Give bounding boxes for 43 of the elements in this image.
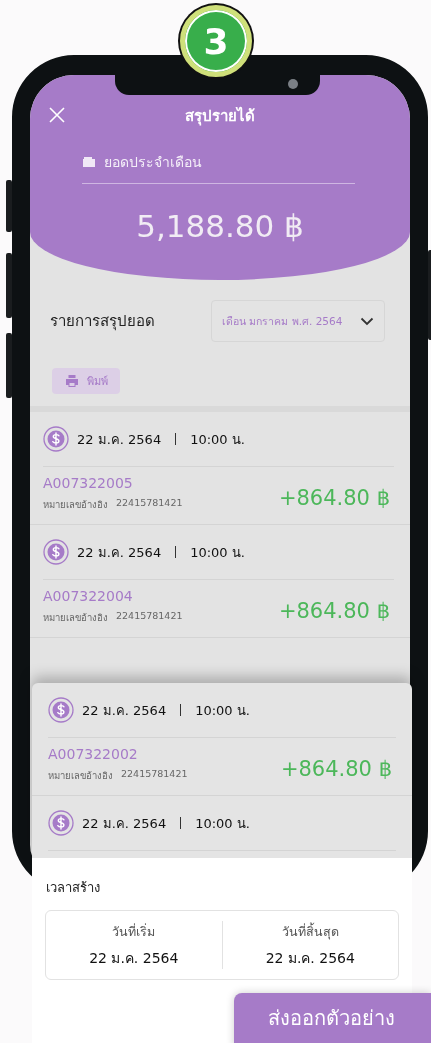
transaction-date: 22 ม.ค. 2564 xyxy=(77,430,162,449)
export-button[interactable]: ส่งออกตัวอย่าง xyxy=(234,993,431,1043)
transaction-date: 22 ม.ค. 2564 xyxy=(77,543,162,562)
transaction-id: A007322002 xyxy=(48,746,139,762)
transaction-id: A007322004 xyxy=(43,588,134,604)
close-icon xyxy=(48,106,66,124)
transaction-time: 10:00 น. xyxy=(190,430,245,449)
dollar-coin-icon xyxy=(48,697,74,723)
reference-number: 22415781421 xyxy=(116,497,183,510)
reference-number: 22415781421 xyxy=(121,768,188,781)
close-button[interactable] xyxy=(48,106,66,124)
start-date: 22 ม.ค. 2564 xyxy=(89,948,179,968)
printer-icon xyxy=(64,374,79,388)
end-date-label: วันที่สิ้นสุด xyxy=(281,921,339,942)
balance-amount: 5,188.80 ฿ xyxy=(135,208,305,244)
reference-label: หมายเลขอ้างอิง xyxy=(43,611,108,625)
camera-lens xyxy=(288,79,298,89)
end-date: 22 ม.ค. 2564 xyxy=(265,948,355,968)
transaction-time: 10:00 น. xyxy=(195,814,250,833)
transaction-time: 10:00 น. xyxy=(195,701,250,720)
dollar-coin-icon xyxy=(43,539,69,565)
transaction-amount: +864.80 ฿ xyxy=(278,598,390,623)
transaction-id: A007322005 xyxy=(43,475,134,491)
sheet-title: เวลาสร้าง xyxy=(45,879,101,897)
summary-title: รายการสรุปยอด xyxy=(50,311,155,333)
chevron-down-icon xyxy=(360,316,374,326)
transaction-date: 22 ม.ค. 2564 xyxy=(82,701,167,720)
transaction-amount: +864.80 ฿ xyxy=(278,485,390,510)
reference-label: หมายเลขอ้างอิง xyxy=(48,769,113,783)
wallet-icon xyxy=(82,156,96,168)
step-badge: 3 xyxy=(180,5,252,77)
print-button[interactable]: พิมพ์ xyxy=(52,368,120,394)
transaction-time: 10:00 น. xyxy=(190,543,245,562)
reference-number: 22415781421 xyxy=(116,610,183,623)
dollar-coin-icon xyxy=(43,426,69,452)
dollar-coin-icon xyxy=(48,810,74,836)
reference-label: หมายเลขอ้างอิง xyxy=(43,498,108,512)
start-date-label: วันที่เริ่ม xyxy=(112,922,156,941)
transaction-date: 22 ม.ค. 2564 xyxy=(82,814,167,833)
screen-title: สรุปรายได้ xyxy=(185,105,255,128)
month-dropdown[interactable]: เดือน มกราคม พ.ศ. 2564 xyxy=(211,300,385,342)
transaction-amount: +864.80 ฿ xyxy=(280,756,392,781)
balance-label: ยอดประจำเดือน xyxy=(104,153,202,172)
